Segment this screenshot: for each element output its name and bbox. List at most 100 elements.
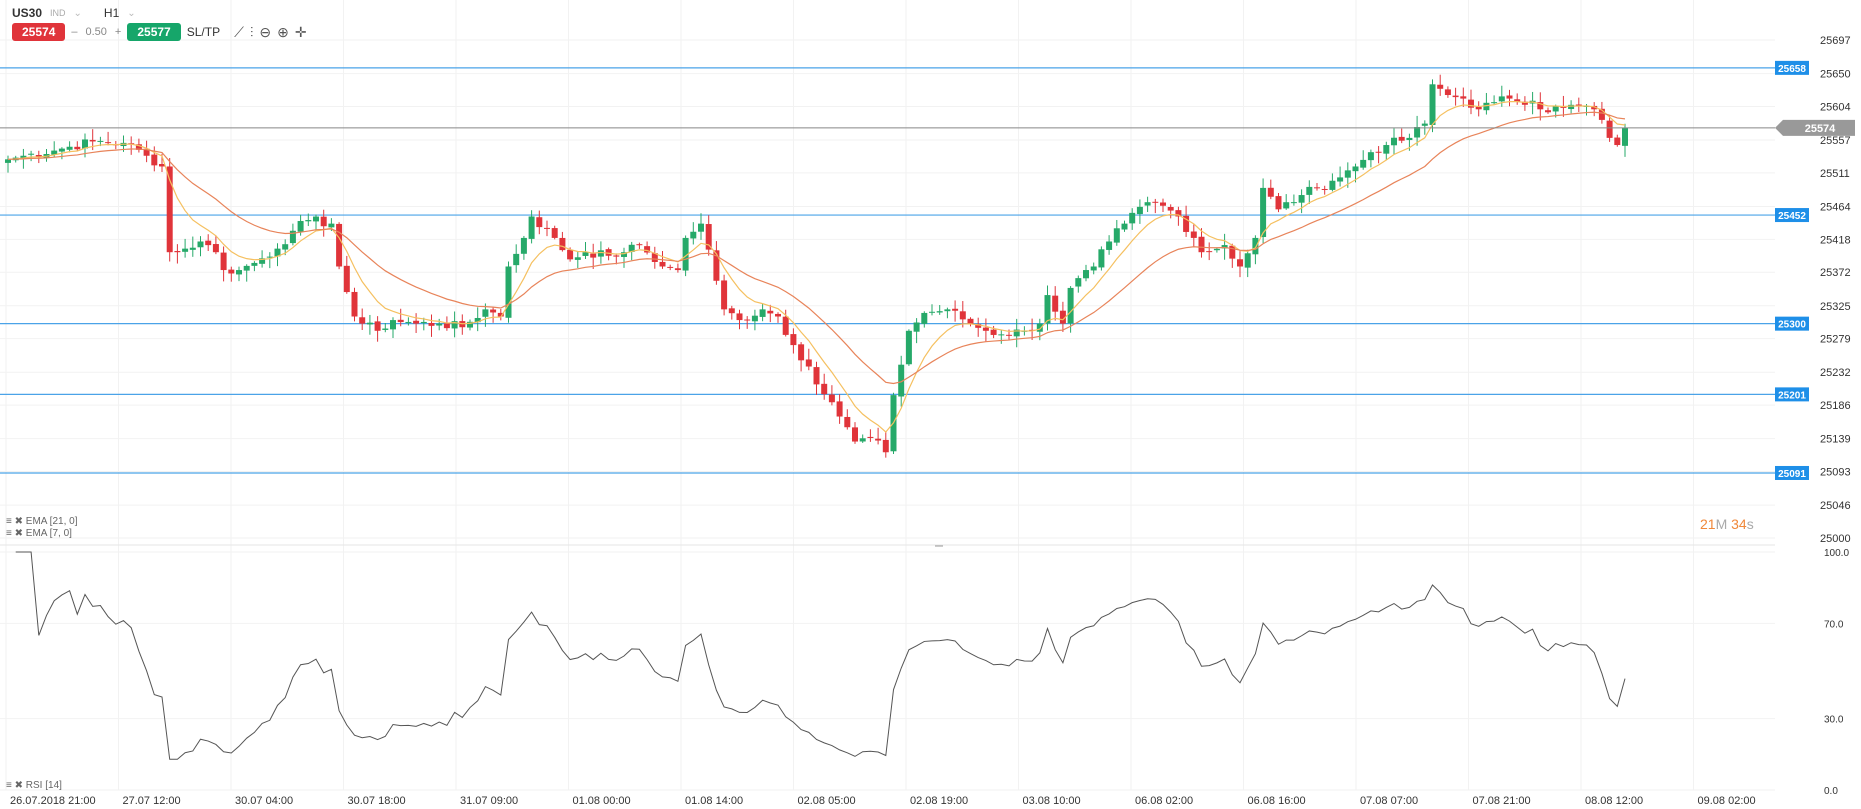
candle-body (1491, 102, 1498, 104)
candle-body (1252, 237, 1259, 255)
candle-body (182, 248, 189, 252)
decrease-button[interactable]: – (71, 26, 77, 38)
chevron-down-icon[interactable]: ⌄ (74, 8, 82, 19)
candle-body (998, 334, 1005, 336)
crosshair-icon[interactable]: ✛ (295, 24, 307, 41)
legend-ema7[interactable]: ≡ ✖ EMA [7, 0] (6, 528, 72, 539)
candle-body (228, 269, 235, 274)
zoom-out-icon[interactable]: ⊖ (259, 24, 271, 41)
candle-body (420, 321, 427, 324)
ema7-label: EMA [7, 0] (25, 528, 72, 539)
price-axis-label: 25604 (1820, 101, 1851, 113)
candle-body (351, 291, 358, 317)
legend-rsi[interactable]: ≡ ✖ RSI [14] (6, 780, 62, 791)
candle-body (967, 318, 974, 324)
spread-value[interactable]: 0.50 (86, 26, 107, 38)
time-axis-label: 27.07 12:00 (123, 795, 181, 807)
sltp-button[interactable]: SL/TP (187, 25, 220, 39)
candle-body (844, 416, 851, 428)
candle-body (482, 309, 489, 317)
candle-body (1283, 202, 1290, 209)
candle-body (1437, 84, 1444, 89)
candle-body (436, 323, 443, 326)
instrument-header: US30 IND ⌄ H1 ⌄ (12, 6, 136, 20)
price-axis-label: 25650 (1820, 69, 1851, 81)
candle-body (189, 247, 196, 250)
candles-icon[interactable]: ⫶ (250, 24, 254, 41)
candle-body (1483, 102, 1490, 111)
candle-body (320, 216, 327, 227)
candle-body (1106, 241, 1113, 250)
price-axis-label: 25000 (1820, 533, 1851, 545)
rsi-label: RSI [14] (25, 780, 62, 791)
price-axis-label: 25093 (1820, 467, 1851, 479)
trade-bar: 25574 – 0.50 + 25577 SL/TP ⟋ ⫶ ⊖ ⊕ ✛ (12, 23, 307, 41)
time-axis-label: 03.08 10:00 (1023, 795, 1081, 807)
candle-body (1398, 136, 1405, 141)
candle-body (867, 436, 874, 438)
candle-body (1367, 152, 1374, 161)
candle-body (1083, 270, 1089, 279)
price-axis-label: 25139 (1820, 434, 1851, 446)
candle-body (520, 237, 527, 254)
time-axis-label: 09.08 02:00 (1698, 795, 1756, 807)
candle-body (513, 253, 520, 266)
candle-body (1306, 186, 1313, 195)
candle-body (1213, 248, 1220, 251)
zoom-in-icon[interactable]: ⊕ (277, 24, 289, 41)
timer-s: s (1746, 516, 1754, 532)
candle-body (413, 320, 420, 324)
candle-body (243, 265, 250, 271)
timer-m: M (1715, 516, 1728, 532)
rsi-axis-label: 30.0 (1824, 715, 1844, 726)
time-axis-label: 06.08 16:00 (1248, 795, 1306, 807)
candle-body (613, 255, 620, 257)
price-chart[interactable]: 25697 25650 25604 25557 25511 25464 25418 25372… (0, 0, 1861, 809)
candle-body (1344, 170, 1351, 178)
time-axis-label: 01.08 14:00 (685, 795, 743, 807)
candle-body (1129, 212, 1136, 224)
rsi-axis-label: 100.0 (1824, 548, 1849, 559)
spread-stepper[interactable]: – 0.50 + (71, 26, 121, 38)
candle-body (905, 330, 912, 365)
time-axis-label: 30.07 04:00 (235, 795, 293, 807)
candle-body (1160, 202, 1166, 206)
candle-body (674, 268, 681, 271)
candle-body (397, 319, 404, 323)
rsi-line (15, 551, 1626, 760)
line-chart-icon[interactable]: ⟋ (234, 24, 244, 41)
candle-body (982, 327, 989, 331)
sell-button[interactable]: 25574 (12, 23, 66, 41)
candle-body (959, 311, 966, 320)
ema21-label: EMA [21, 0] (25, 516, 78, 527)
candle-body (813, 367, 820, 385)
candle-body (1052, 295, 1059, 312)
candle-body (1206, 251, 1213, 253)
candle-body (1452, 95, 1459, 98)
candle-body (390, 320, 396, 330)
candle-body (313, 216, 319, 222)
candle-body (405, 321, 412, 323)
candle-body (1044, 295, 1051, 324)
symbol-label[interactable]: US30 (12, 6, 42, 20)
candle-body (859, 438, 866, 442)
chevron-down-icon[interactable]: ⌄ (127, 8, 135, 19)
candle-body (490, 309, 497, 313)
timeframe-select[interactable]: H1 (104, 6, 119, 20)
candle-body (1552, 106, 1559, 112)
candle-body (790, 334, 797, 346)
candle-body (1006, 334, 1012, 336)
candle-body (782, 316, 789, 335)
increase-button[interactable]: + (115, 26, 121, 38)
candle-body (428, 322, 435, 326)
candle-body (667, 266, 674, 268)
buy-button[interactable]: 25577 (127, 23, 181, 41)
legend-ema21[interactable]: ≡ ✖ EMA [21, 0] (6, 516, 77, 527)
price-axis-label: 25186 (1820, 400, 1851, 412)
candle-body (443, 323, 450, 329)
candle-body (828, 394, 835, 403)
candle-body (767, 310, 774, 314)
candle-body (559, 237, 566, 251)
candle-body (913, 322, 920, 332)
candle-body (574, 257, 581, 260)
